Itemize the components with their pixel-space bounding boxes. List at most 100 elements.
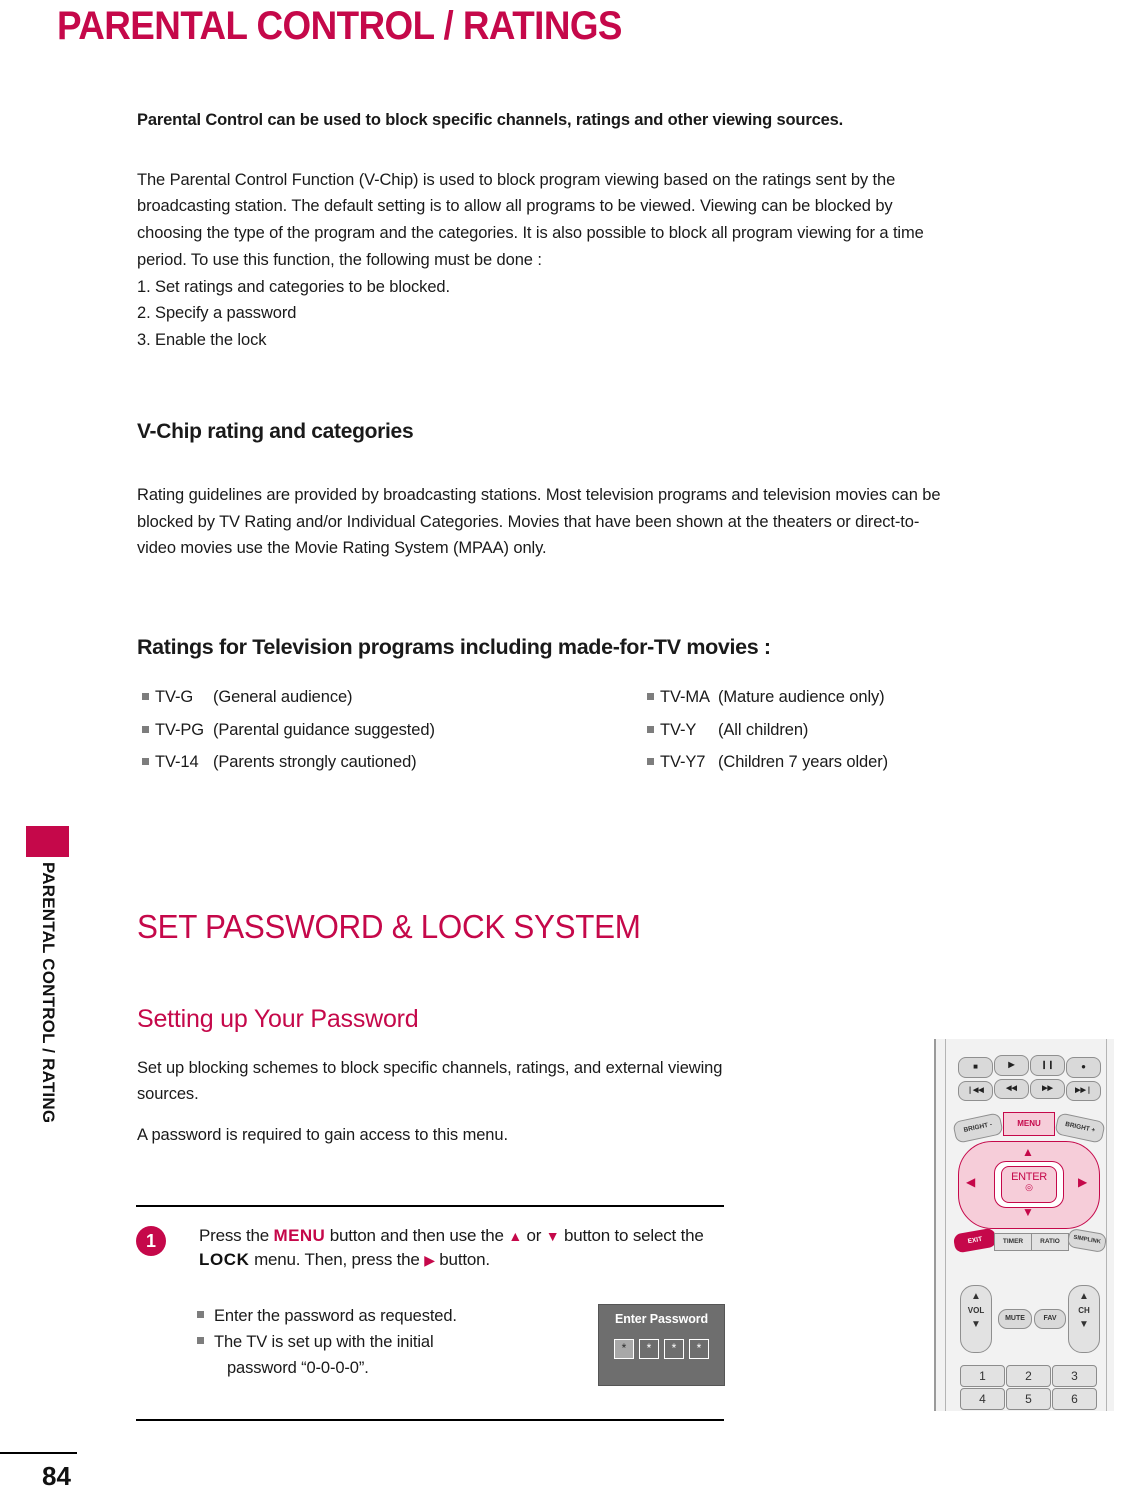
side-tab-label: PARENTAL CONTROL / RATING (26, 862, 69, 1322)
remote-number-4-button[interactable]: 4 (960, 1388, 1005, 1410)
divider-top (136, 1205, 724, 1207)
skip-forward-icon: ▶▶❘ (1075, 1087, 1092, 1094)
remote-channel-rocker[interactable]: ▲ CH ▼ (1068, 1285, 1100, 1353)
bullet-text: The TV is set up with the initial (214, 1333, 434, 1352)
rating-desc: (Mature audience only) (718, 688, 885, 707)
rating-code: TV-Y7 (660, 752, 706, 771)
square-bullet-icon (647, 693, 654, 701)
list-item: TV-Y7 (Children 7 years older) (647, 746, 888, 778)
rating-desc: (Children 7 years older) (718, 752, 889, 771)
remote-fastforward-button[interactable]: ▶▶ (1030, 1079, 1065, 1099)
step-text-d: button to select the (559, 1226, 704, 1245)
list-item: TV-PG (Parental guidance suggested) (142, 714, 435, 746)
divider-bottom (136, 1419, 724, 1421)
step-text-b: button and then use the (325, 1226, 509, 1245)
ratings-heading: Ratings for Television programs includin… (137, 634, 771, 659)
rating-code: TV-G (155, 688, 194, 707)
remote-previous-button[interactable]: ❘◀◀ (958, 1081, 993, 1101)
password-subheading: Setting up Your Password (137, 1005, 419, 1033)
remote-number-5-button[interactable]: 5 (1006, 1388, 1051, 1410)
square-bullet-icon (197, 1337, 204, 1345)
lock-keyword: LOCK (199, 1250, 250, 1270)
remote-play-button[interactable]: ▶ (994, 1055, 1029, 1076)
remote-menu-button[interactable]: MENU (1003, 1112, 1055, 1136)
nav-right-arrow-icon[interactable]: ▶ (1078, 1175, 1087, 1189)
square-bullet-icon (142, 757, 149, 765)
remote-rewind-button[interactable]: ◀◀ (994, 1079, 1029, 1099)
list-item: The TV is set up with the initial (197, 1329, 577, 1355)
play-icon: ▶ (1008, 1060, 1015, 1069)
bullet-continuation: password “0-0-0-0”. (227, 1359, 369, 1378)
rating-desc: (All children) (718, 720, 809, 739)
intro-step-list: 1. Set ratings and categories to be bloc… (137, 274, 953, 354)
remote-enter-button[interactable]: ENTER ◎ (1001, 1166, 1057, 1203)
intro-body: The Parental Control Function (V-Chip) i… (137, 170, 924, 269)
remote-inner-panel: ■ ▶ ❙❙ ● ❘◀◀ ◀◀ ▶▶ ▶▶❘ BRIGHT - MENU BRI… (945, 1039, 1108, 1411)
stop-icon: ■ (973, 1062, 978, 1071)
password-para-2: A password is required to gain access to… (137, 1125, 508, 1144)
list-item: TV-G (General audience) (142, 681, 435, 713)
remote-simplink-button[interactable]: SIMPLINK (1066, 1227, 1108, 1254)
step-text-e: menu. Then, press the (249, 1250, 425, 1270)
ratings-left-column: TV-G (General audience) TV-PG (Parental gu… (142, 681, 435, 778)
channel-label: CH (1078, 1306, 1090, 1315)
channel-up-arrow-icon[interactable]: ▲ (1069, 1291, 1099, 1302)
password-digit-box[interactable]: * (614, 1339, 634, 1359)
remote-mute-button[interactable]: MUTE (998, 1309, 1032, 1329)
step-instruction-text: Press the MENU button and then use the ▲… (199, 1224, 736, 1272)
volume-down-arrow-icon[interactable]: ▼ (961, 1319, 991, 1330)
rating-code: TV-Y (660, 720, 697, 739)
nav-down-arrow-icon[interactable]: ▼ (1022, 1205, 1034, 1219)
remote-record-button[interactable]: ● (1066, 1057, 1101, 1078)
vchip-heading: V-Chip rating and categories (137, 419, 414, 443)
remote-stop-button[interactable]: ■ (958, 1057, 993, 1078)
step-text-f: button. (434, 1250, 490, 1270)
intro-lead: Parental Control can be used to block sp… (137, 111, 844, 129)
list-item: Enter the password as requested. (197, 1303, 577, 1329)
list-item: 3. Enable the lock (137, 331, 267, 350)
arrow-up-icon: ▲ (508, 1228, 522, 1244)
password-description: Set up blocking schemes to block specifi… (137, 1055, 727, 1148)
square-bullet-icon (647, 757, 654, 765)
password-digit-box[interactable]: * (689, 1339, 709, 1359)
remote-control-illustration: ■ ▶ ❙❙ ● ❘◀◀ ◀◀ ▶▶ ▶▶❘ BRIGHT - MENU BRI… (934, 1039, 1114, 1411)
volume-up-arrow-icon[interactable]: ▲ (961, 1291, 991, 1302)
square-bullet-icon (647, 725, 654, 733)
menu-keyword: MENU (273, 1226, 326, 1245)
rating-code: TV-14 (155, 752, 199, 771)
page-title: PARENTAL CONTROL / RATINGS (57, 4, 622, 48)
list-item: TV-Y (All children) (647, 714, 888, 746)
remote-bright-plus-button[interactable]: BRIGHT + (1054, 1112, 1106, 1144)
remote-number-3-button[interactable]: 3 (1052, 1365, 1097, 1387)
password-digit-box[interactable]: * (664, 1339, 684, 1359)
remote-number-2-button[interactable]: 2 (1006, 1365, 1051, 1387)
side-tab-swatch (26, 826, 69, 857)
nav-left-arrow-icon[interactable]: ◀ (966, 1175, 975, 1189)
remote-timer-button[interactable]: TIMER (994, 1233, 1032, 1251)
remote-exit-button[interactable]: EXIT (952, 1227, 998, 1254)
enter-circle-icon: ◎ (1025, 1182, 1033, 1192)
list-item: TV-MA (Mature audience only) (647, 681, 888, 713)
step-text-c: or (521, 1226, 546, 1245)
skip-back-icon: ❘◀◀ (967, 1087, 984, 1094)
remote-fav-button[interactable]: FAV (1034, 1309, 1066, 1329)
remote-number-6-button[interactable]: 6 (1052, 1388, 1097, 1410)
remote-number-1-button[interactable]: 1 (960, 1365, 1005, 1387)
square-bullet-icon (142, 725, 149, 733)
arrow-down-icon: ▼ (545, 1228, 560, 1244)
list-item: TV-14 (Parents strongly cautioned) (142, 746, 435, 778)
channel-down-arrow-icon[interactable]: ▼ (1069, 1319, 1099, 1330)
remote-pause-button[interactable]: ❙❙ (1030, 1055, 1065, 1076)
main-content: Parental Control can be used to block sp… (137, 108, 953, 771)
password-digit-box[interactable]: * (639, 1339, 659, 1359)
step-1-block: 1 Press the MENU button and then use the… (136, 1224, 736, 1272)
osd-title: Enter Password (614, 1312, 709, 1326)
remote-body: ■ ▶ ❙❙ ● ❘◀◀ ◀◀ ▶▶ ▶▶❘ BRIGHT - MENU BRI… (934, 1039, 1114, 1411)
rating-desc: (Parental guidance suggested) (213, 720, 435, 739)
remote-bright-minus-button[interactable]: BRIGHT - (952, 1112, 1004, 1144)
remote-ratio-button[interactable]: RATIO (1031, 1233, 1069, 1251)
remote-volume-rocker[interactable]: ▲ VOL ▼ (960, 1285, 992, 1353)
list-item: 1. Set ratings and categories to be bloc… (137, 277, 450, 296)
remote-next-button[interactable]: ▶▶❘ (1066, 1081, 1101, 1101)
nav-up-arrow-icon[interactable]: ▲ (1022, 1145, 1034, 1159)
